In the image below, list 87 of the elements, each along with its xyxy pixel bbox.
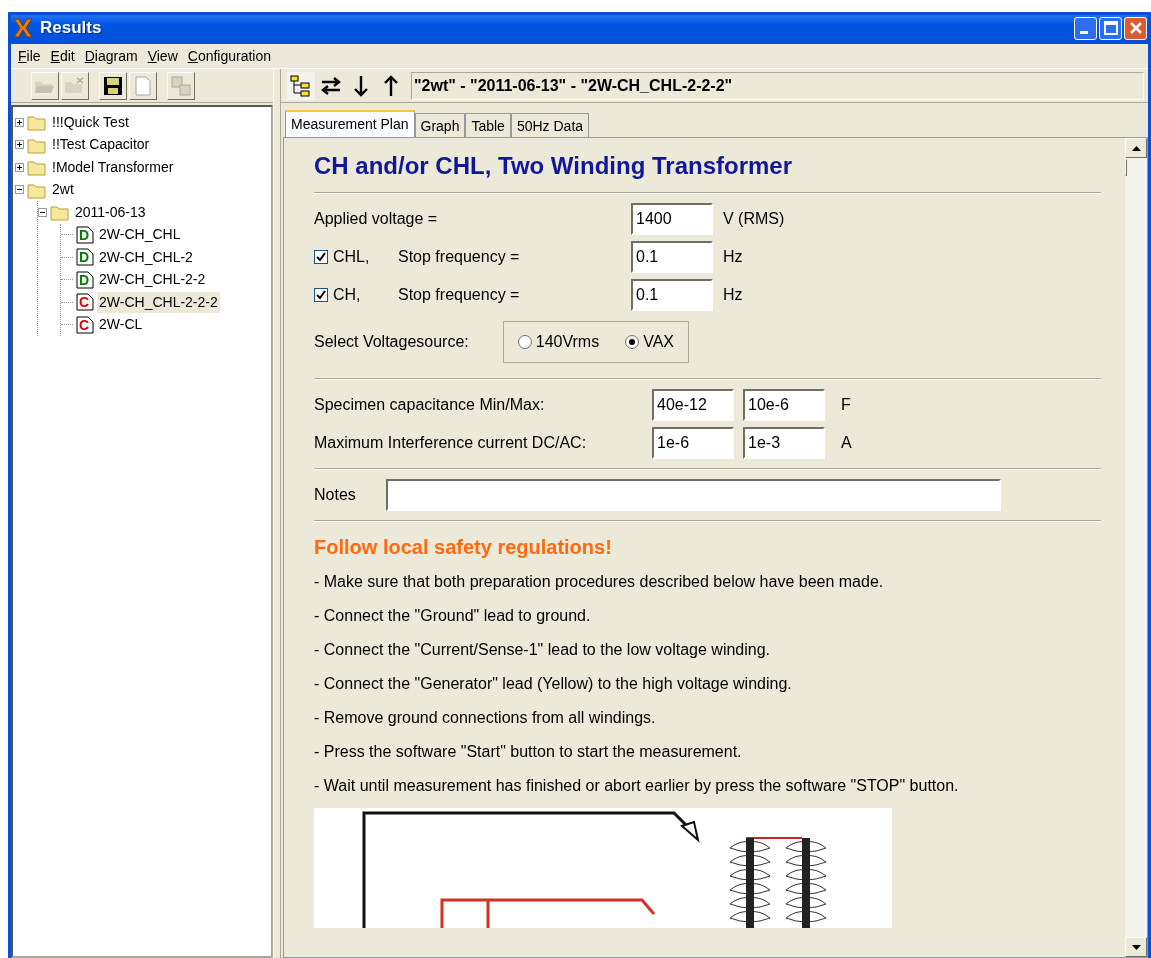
scroll-down-button[interactable]	[1125, 937, 1147, 957]
unit-label: V (RMS)	[723, 209, 785, 229]
save-icon[interactable]	[99, 71, 127, 100]
tree-item[interactable]: !!Test Capacitor	[50, 134, 152, 156]
checkbox[interactable]	[314, 288, 328, 302]
voltage-field[interactable]: 1400	[631, 203, 713, 235]
close-button[interactable]	[1124, 16, 1147, 40]
radio-dot-icon	[629, 339, 636, 345]
menu-item[interactable]: File	[13, 45, 46, 67]
menu-item[interactable]: View	[142, 45, 183, 67]
field-label: Stop frequency =	[398, 247, 521, 267]
collapse-icon[interactable]	[38, 207, 47, 217]
document-icon: C	[76, 315, 94, 334]
tree-icon[interactable]	[287, 71, 315, 100]
tree-item[interactable]: 2W-CH_CHL-2-2-2	[97, 291, 220, 313]
arrow-down-icon	[1131, 944, 1141, 950]
document-icon: C	[76, 293, 94, 312]
checkbox-label: CHL,	[333, 247, 371, 267]
field-label: Maximum Interference current DC/AC:	[314, 433, 588, 453]
min-field[interactable]: 40e-12	[652, 389, 734, 421]
document-icon: D	[76, 225, 94, 244]
tree-item[interactable]: 2W-CH_CHL-2-2	[97, 269, 208, 291]
folder-icon	[27, 113, 47, 132]
radio-button[interactable]	[517, 335, 532, 349]
tree-item[interactable]: 2W-CL	[97, 314, 145, 336]
field-label: Applied voltage =	[314, 209, 439, 229]
field-label: Specimen capacitance Min/Max:	[314, 395, 546, 415]
tree-item[interactable]: !!!Quick Test	[50, 111, 131, 133]
instruction-text: - Wait until measurement has finished or abort earlier by press the software "STOP" button.	[314, 777, 959, 794]
notes-field[interactable]	[386, 479, 1001, 511]
menu-item[interactable]: Diagram	[79, 45, 143, 67]
tab[interactable]: Measurement Plan	[285, 110, 415, 137]
minimize-button[interactable]	[1074, 16, 1097, 40]
menu-item[interactable]: Configuration	[182, 45, 277, 67]
collapse-icon[interactable]	[15, 185, 24, 195]
tree-item[interactable]: 2W-CH_CHL-2	[97, 246, 195, 268]
radio-label[interactable]: 140Vrms	[535, 330, 600, 354]
path-label: "2wt" - "2011-06-13" - "2W-CH_CHL-2-2-2"	[411, 71, 1144, 100]
form-title: CH and/or CHL, Two Winding Transformer	[314, 151, 793, 181]
unit-label: Hz	[723, 285, 743, 305]
checkbox-label: CH,	[333, 285, 362, 305]
document-icon: D	[76, 270, 94, 289]
instruction-text: - Connect the "Current/Sense-1" lead to the low voltage winding.	[314, 641, 771, 658]
folder-icon	[50, 203, 70, 222]
minimize-icon	[1080, 30, 1088, 34]
min-field[interactable]: 1e-6	[652, 427, 734, 459]
warning-heading: Follow local safety regulations!	[314, 535, 613, 560]
tree-item[interactable]: 2wt	[50, 179, 76, 201]
instruction-text: - Remove ground connections from all windings.	[314, 709, 656, 726]
checkbox[interactable]	[314, 250, 328, 264]
maximize-button[interactable]	[1099, 16, 1122, 40]
instruction-text: - Press the software "Start" button to start the measurement.	[314, 743, 742, 760]
document-icon: D	[76, 248, 94, 267]
expand-icon[interactable]	[15, 117, 24, 127]
unit-label: Hz	[723, 247, 743, 267]
unit-label: A	[841, 433, 852, 453]
frequency-field[interactable]: 0.1	[631, 241, 713, 273]
window-title: Results	[40, 17, 103, 40]
folder-icon	[27, 158, 47, 177]
field-label: Stop frequency =	[398, 285, 521, 305]
tree-item[interactable]: 2W-CH_CHL	[97, 224, 183, 246]
instruction-text: - Connect the "Generator" lead (Yellow) to the high voltage winding.	[314, 675, 792, 692]
tree-item[interactable]: 2011-06-13	[73, 201, 148, 223]
tab[interactable]: Table	[465, 113, 511, 137]
max-field[interactable]: 10e-6	[743, 389, 825, 421]
frequency-field[interactable]: 0.1	[631, 279, 713, 311]
scroll-up-button[interactable]	[1125, 138, 1147, 158]
max-field[interactable]: 1e-3	[743, 427, 825, 459]
scrollbar-thumb[interactable]	[1125, 159, 1127, 176]
radio-label[interactable]: VAX	[643, 330, 675, 354]
maximize-icon	[1103, 21, 1118, 35]
instruction-text: - Connect the "Ground" lead to ground.	[314, 607, 591, 624]
instruction-text: - Make sure that both preparation procedures described below have been made.	[314, 573, 884, 590]
tab[interactable]: Graph	[414, 113, 466, 137]
radio-button[interactable]	[625, 335, 640, 349]
menu-item[interactable]: Edit	[45, 45, 80, 67]
field-label: Notes	[314, 485, 357, 505]
unit-label: F	[841, 395, 851, 415]
tree-item[interactable]: !Model Transformer	[50, 156, 176, 178]
field-label: Select Voltagesource:	[314, 332, 469, 352]
arrow-up-icon	[1131, 145, 1141, 151]
tab[interactable]: 50Hz Data	[510, 113, 590, 137]
expand-icon[interactable]	[15, 140, 24, 150]
close-icon	[1128, 21, 1143, 35]
app-logo-icon	[12, 17, 34, 39]
expand-icon[interactable]	[15, 162, 24, 172]
splitter-handle[interactable]	[273, 69, 281, 958]
